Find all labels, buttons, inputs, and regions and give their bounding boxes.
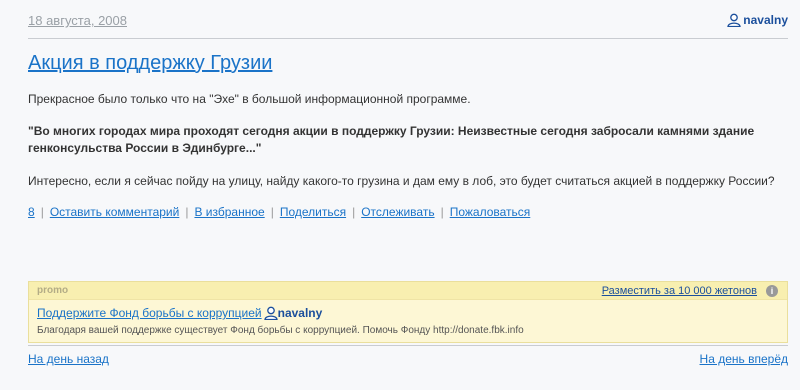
info-icon[interactable]: i: [766, 285, 778, 297]
promo-header: promo Разместить за 10 000 жетонов i: [29, 282, 787, 300]
separator: |: [270, 205, 274, 219]
post-paragraph: Интересно, если я сейчас пойду на улицу,…: [28, 174, 775, 188]
promo-author[interactable]: navalny: [263, 306, 323, 320]
post-actions: 8 | Оставить комментарий | В избранное | Подел…: [28, 205, 530, 219]
promo-buy-link[interactable]: Разместить за 10 000 жетонов: [602, 285, 757, 297]
promo-block: promo Разместить за 10 000 жетонов i Под…: [28, 281, 788, 343]
leave-comment-link[interactable]: Оставить комментарий: [50, 205, 180, 219]
promo-description: Благодаря вашей поддержке существует Фон…: [37, 325, 524, 336]
user-icon: [263, 306, 278, 320]
next-day-link[interactable]: На день вперёд: [700, 352, 788, 366]
previous-day-link[interactable]: На день назад: [28, 352, 109, 366]
user-icon: [727, 13, 742, 27]
author[interactable]: navalny: [727, 13, 788, 27]
post-date[interactable]: 18 августа, 2008: [28, 13, 127, 28]
promo-label: promo: [37, 285, 69, 296]
post-quote: "Во многих городах мира проходят сегодня…: [28, 124, 755, 155]
separator: |: [40, 205, 44, 219]
add-favorite-link[interactable]: В избранное: [194, 205, 264, 219]
separator: |: [352, 205, 356, 219]
post-title[interactable]: Акция в поддержку Грузии: [28, 52, 272, 75]
promo-link[interactable]: Поддержите Фонд борьбы с коррупцией: [37, 306, 262, 320]
track-link[interactable]: Отслеживать: [361, 205, 434, 219]
author-name[interactable]: navalny: [743, 13, 788, 27]
comments-count-link[interactable]: 8: [28, 205, 35, 219]
share-link[interactable]: Поделиться: [280, 205, 346, 219]
promo-entry: Поддержите Фонд борьбы с коррупцией nava…: [37, 306, 322, 320]
post-paragraph: Прекрасное было только что на "Эхе" в бо…: [28, 92, 471, 106]
divider: [28, 345, 788, 346]
post-header: 18 августа, 2008 navalny: [28, 13, 788, 39]
report-link[interactable]: Пожаловаться: [450, 205, 531, 219]
separator: |: [440, 205, 444, 219]
separator: |: [185, 205, 189, 219]
promo-author-name[interactable]: navalny: [278, 306, 323, 320]
page: 18 августа, 2008 navalny Акция в поддерж…: [0, 0, 800, 390]
